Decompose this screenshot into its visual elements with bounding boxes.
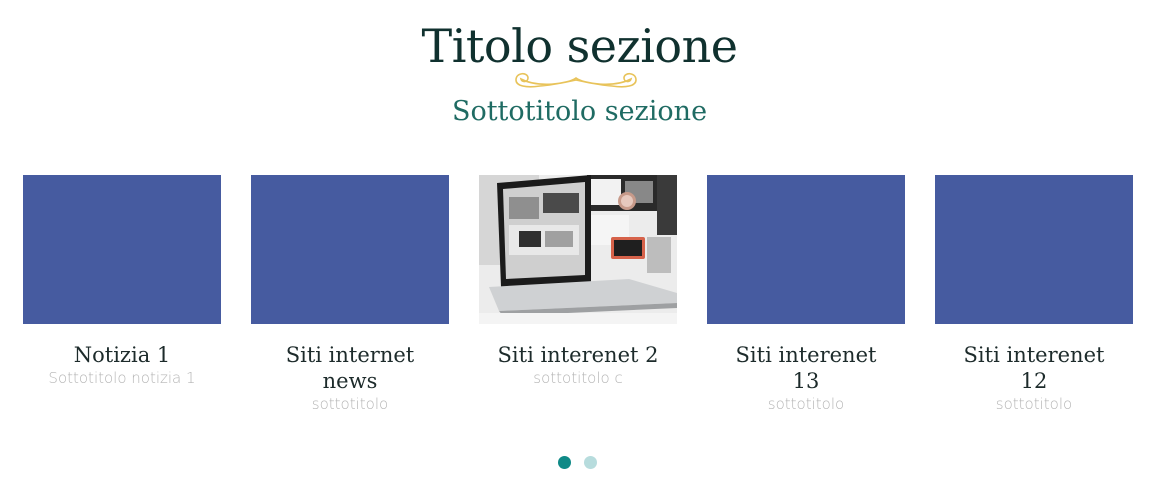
card-image-placeholder[interactable] [707, 175, 905, 324]
carousel-dot[interactable] [584, 456, 597, 469]
card-image-placeholder[interactable] [23, 175, 221, 324]
news-card[interactable]: Notizia 1 Sottotitolo notizia 1 [23, 175, 221, 388]
card-title[interactable]: Siti interenet 2 [479, 342, 677, 368]
card-image-placeholder[interactable] [251, 175, 449, 324]
carousel-pagination [558, 456, 608, 470]
news-card[interactable]: Siti internet news sottotitolo [251, 175, 449, 414]
news-card[interactable]: Siti interenet 13 sottotitolo [707, 175, 905, 414]
news-card[interactable]: Siti interenet 12 sottotitolo [935, 175, 1133, 414]
news-card[interactable]: Siti interenet 2 sottotitolo c [479, 175, 677, 388]
card-title[interactable]: Siti interenet 13 [707, 342, 905, 394]
title-ornament-icon [515, 72, 637, 88]
card-image-laptop-photo[interactable] [479, 175, 677, 324]
card-subtitle: sottotitolo [311, 395, 389, 413]
card-subtitle: sottotitolo c [533, 369, 623, 387]
card-title[interactable]: Siti internet news [251, 342, 449, 394]
card-subtitle: Sottotitolo notizia 1 [48, 369, 196, 387]
card-subtitle: sottotitolo [995, 395, 1073, 413]
carousel-dot-active[interactable] [558, 456, 571, 469]
news-carousel: Notizia 1 Sottotitolo notizia 1 Siti int… [23, 175, 1133, 425]
section-subtitle: Sottotitolo sezione [451, 96, 708, 127]
card-title[interactable]: Notizia 1 [23, 342, 221, 368]
card-subtitle: sottotitolo [767, 395, 845, 413]
card-title[interactable]: Siti interenet 12 [935, 342, 1133, 394]
card-image-placeholder[interactable] [935, 175, 1133, 324]
